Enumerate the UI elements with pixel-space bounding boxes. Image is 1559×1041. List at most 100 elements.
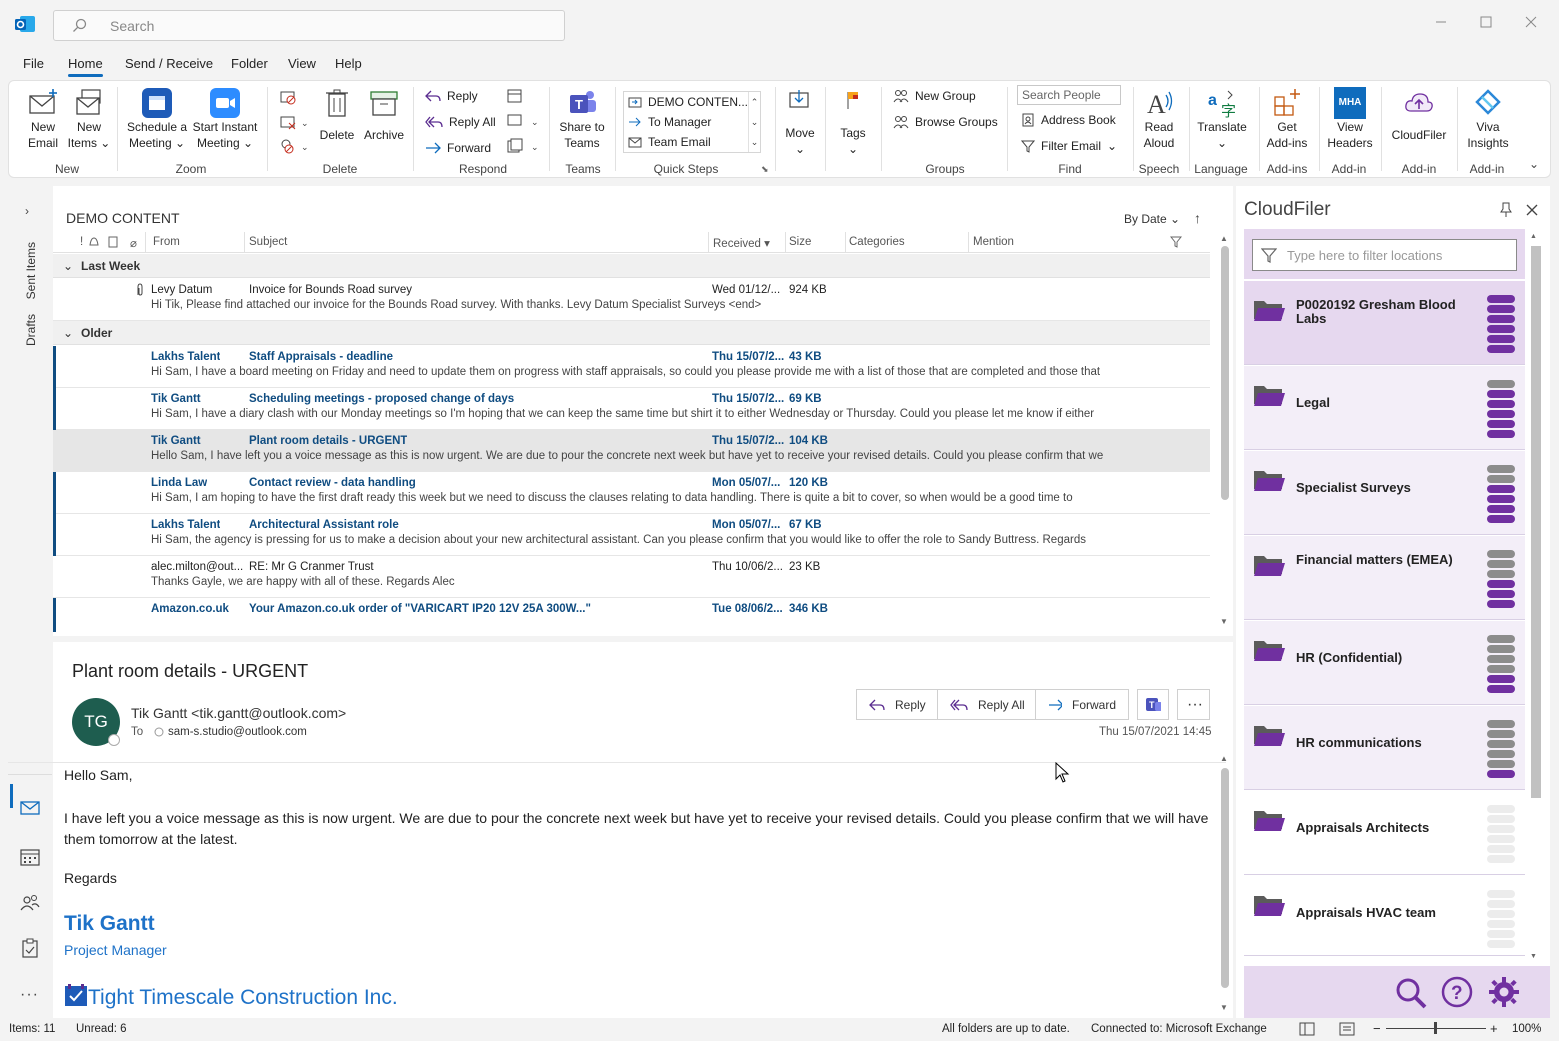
more-apps-icon[interactable]: ···	[20, 986, 39, 1004]
address-book-button[interactable]: Address Book	[1021, 110, 1116, 130]
cf-settings-icon[interactable]	[1488, 976, 1520, 1008]
table-row[interactable]: Levy Datum Invoice for Bounds Road surve…	[53, 279, 1210, 321]
clean-up-icon[interactable]: ⌄	[279, 114, 309, 130]
list-scrollbar-thumb[interactable]	[1221, 246, 1229, 500]
cf-location-item[interactable]: Financial matters (EMEA)	[1244, 536, 1525, 620]
quick-steps-scroll[interactable]: ⌃ ⌄ ⌄	[748, 92, 760, 152]
get-addins-button[interactable]: Get Add-ins	[1265, 87, 1309, 151]
cf-location-item[interactable]: Appraisals Architects	[1244, 791, 1525, 875]
read-aloud-button[interactable]: A Read Aloud	[1139, 87, 1179, 151]
folder-drafts[interactable]: Drafts	[24, 314, 38, 346]
instant-meeting-button[interactable]: Start Instant Meeting ⌄	[191, 87, 259, 151]
expand-folders-icon[interactable]: ›	[25, 204, 29, 218]
new-items-button[interactable]: New Items ⌄	[67, 87, 111, 151]
im-reply-icon[interactable]: ⌄	[507, 113, 541, 129]
schedule-meeting-button[interactable]: Schedule a Meeting ⌄	[125, 87, 189, 151]
table-row[interactable]: alec.milton@out... RE: Mr G Cranmer Trus…	[53, 556, 1210, 598]
column-filter-icon[interactable]	[1170, 236, 1182, 248]
new-group-button[interactable]: New Group	[893, 86, 976, 106]
reading-scroll-up-icon[interactable]: ▲	[1220, 754, 1228, 763]
reply-all-button[interactable]: Reply All	[937, 689, 1038, 720]
cf-location-item[interactable]: Specialist Surveys	[1244, 451, 1525, 535]
junk-icon[interactable]: ⌄	[279, 138, 309, 154]
menu-send-receive[interactable]: Send / Receive	[125, 56, 213, 71]
new-email-button[interactable]: New Email	[23, 87, 63, 151]
tasks-icon[interactable]	[20, 938, 40, 958]
table-row-selected[interactable]: Tik Gantt Plant room details - URGENT Th…	[53, 430, 1210, 472]
reply-button[interactable]: Reply	[856, 689, 939, 720]
table-row[interactable]: Amazon.co.uk Your Amazon.co.uk order of …	[53, 598, 1210, 632]
cf-scrollbar-thumb[interactable]	[1531, 246, 1541, 798]
cf-help-icon[interactable]: ?	[1441, 976, 1473, 1008]
forward-button[interactable]: Forward	[1035, 689, 1129, 720]
menu-folder[interactable]: Folder	[231, 56, 268, 71]
more-respond-icon[interactable]: ⌄	[507, 138, 541, 154]
column-categories[interactable]: Categories	[849, 236, 905, 248]
meeting-reply-icon[interactable]	[507, 88, 523, 104]
move-button[interactable]: Move ⌄	[783, 87, 817, 157]
menu-help[interactable]: Help	[335, 56, 362, 71]
recipient[interactable]: sam-s.studio@outlook.com	[168, 726, 307, 738]
column-mention[interactable]: Mention	[973, 236, 1014, 248]
reading-view-icon[interactable]	[1339, 1022, 1355, 1036]
icon-column-icon[interactable]	[108, 236, 118, 248]
zoom-slider-thumb[interactable]	[1434, 1022, 1437, 1034]
ribbon-collapse-icon[interactable]: ⌄	[1529, 157, 1539, 171]
filter-locations-input[interactable]: Type here to filter locations	[1252, 239, 1517, 271]
more-actions-button[interactable]: ···	[1177, 689, 1210, 720]
group-header-last-week[interactable]: ⌄ Last Week	[53, 254, 1210, 278]
tags-button[interactable]: Tags ⌄	[835, 87, 871, 157]
reading-scroll-down-icon[interactable]: ▼	[1220, 1003, 1228, 1012]
sort-direction-icon[interactable]: ↑	[1194, 210, 1201, 226]
column-from[interactable]: From	[153, 236, 180, 248]
cf-location-item[interactable]: Legal	[1244, 366, 1525, 450]
folder-sent-items[interactable]: Sent Items	[24, 242, 38, 299]
cf-location-item[interactable]: HR (Confidential)	[1244, 621, 1525, 705]
reply-ribbon-button[interactable]: Reply	[425, 86, 478, 106]
translate-button[interactable]: a字 Translate ⌄	[1195, 87, 1249, 151]
list-scroll-up-icon[interactable]: ▲	[1220, 234, 1228, 243]
filter-email-button[interactable]: Filter Email ⌄	[1021, 136, 1117, 156]
menu-view[interactable]: View	[288, 56, 316, 71]
table-row[interactable]: Tik Gantt Scheduling meetings - proposed…	[53, 388, 1210, 430]
group-header-older[interactable]: ⌄ Older	[53, 321, 1210, 345]
column-received[interactable]: Received ▾	[713, 236, 770, 250]
reminder-column-icon[interactable]	[88, 236, 100, 248]
table-row[interactable]: Lakhs Talent Staff Appraisals - deadline…	[53, 346, 1210, 388]
close-window-button[interactable]	[1525, 16, 1537, 28]
cf-scroll-up-icon[interactable]: ▲	[1530, 233, 1537, 240]
importance-column-icon[interactable]: !	[80, 236, 83, 248]
quick-steps-launcher-icon[interactable]: ⬊	[761, 164, 769, 175]
column-subject[interactable]: Subject	[249, 236, 287, 248]
normal-view-icon[interactable]	[1299, 1022, 1315, 1036]
reading-scrollbar-thumb[interactable]	[1221, 768, 1229, 988]
cf-location-item[interactable]: Appraisals HVAC team	[1244, 876, 1525, 956]
cf-location-item[interactable]: HR communications	[1244, 706, 1525, 790]
quick-step-to-manager[interactable]: To Manager	[628, 112, 711, 132]
cf-scroll-down-icon[interactable]: ▼	[1530, 953, 1537, 960]
close-pane-icon[interactable]	[1526, 204, 1538, 216]
search-people-input[interactable]: Search People	[1017, 85, 1121, 105]
sender[interactable]: Tik Gantt <tik.gantt@outlook.com>	[131, 705, 346, 721]
reply-all-ribbon-button[interactable]: Reply All	[425, 112, 496, 132]
people-icon[interactable]	[20, 894, 40, 912]
delete-button[interactable]: Delete	[317, 87, 357, 143]
maximize-button[interactable]	[1480, 16, 1492, 28]
cf-location-item[interactable]: P0020192 Gresham Blood Labs	[1244, 281, 1525, 365]
viva-insights-button[interactable]: Viva Insights	[1465, 87, 1511, 151]
quick-step-team-email[interactable]: Team Email	[628, 132, 711, 152]
cf-search-icon[interactable]	[1394, 976, 1428, 1010]
pin-icon[interactable]	[1500, 202, 1512, 218]
attachment-column-icon[interactable]: ⌀	[130, 236, 137, 250]
table-row[interactable]: Linda Law Contact review - data handling…	[53, 472, 1210, 514]
minimize-button[interactable]	[1435, 16, 1447, 28]
table-row[interactable]: Lakhs Talent Architectural Assistant rol…	[53, 514, 1210, 556]
menu-home[interactable]: Home	[68, 56, 103, 77]
quick-step-demo[interactable]: DEMO CONTEN...	[628, 92, 748, 112]
column-size[interactable]: Size	[789, 236, 811, 248]
calendar-nav-icon[interactable]	[20, 848, 40, 866]
list-scroll-down-icon[interactable]: ▼	[1220, 617, 1228, 626]
menu-file[interactable]: File	[23, 56, 44, 71]
teams-share-button[interactable]: T	[1137, 689, 1169, 720]
zoom-in-button[interactable]: +	[1490, 1021, 1498, 1036]
